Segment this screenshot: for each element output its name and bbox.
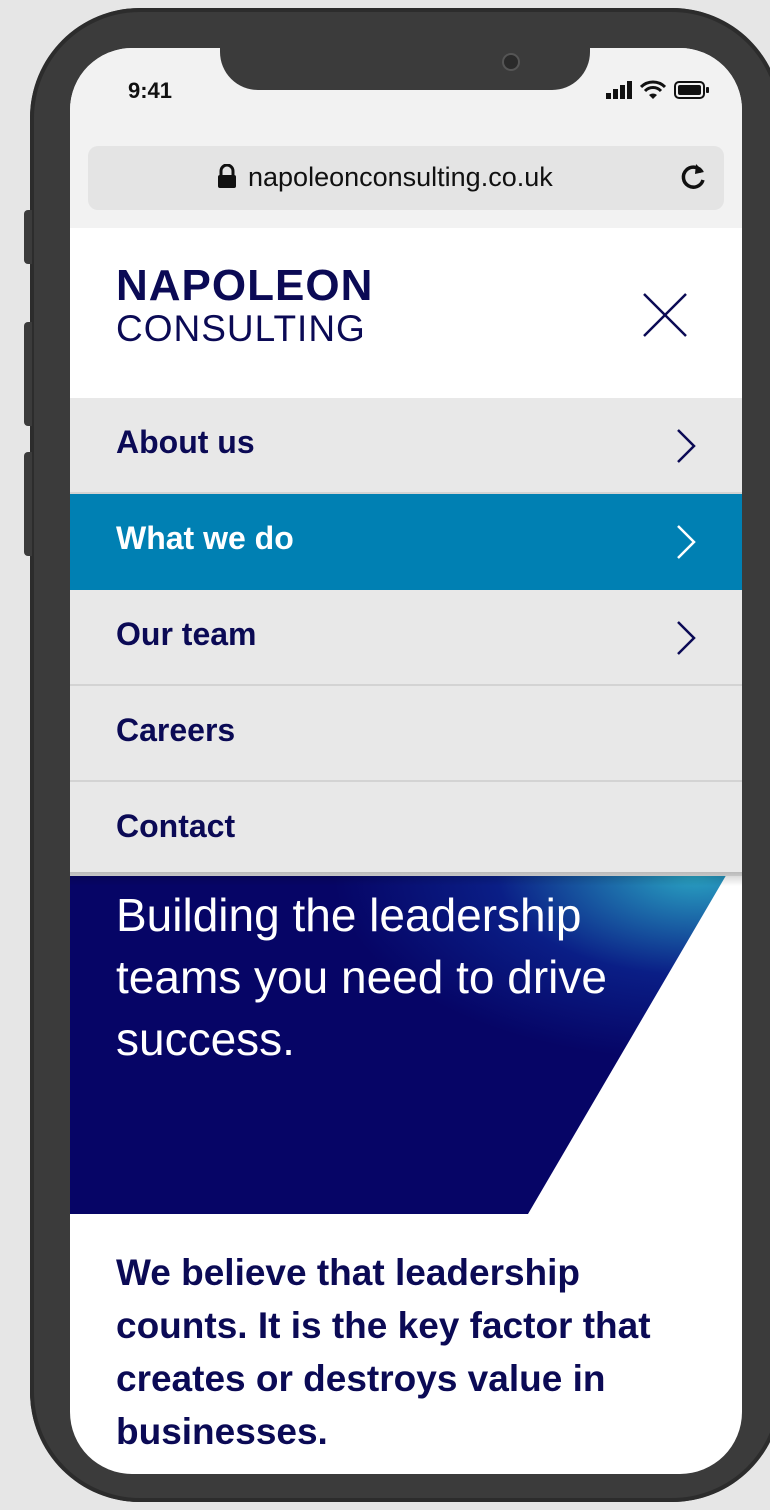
address-bar[interactable]: napoleonconsulting.co.uk	[88, 146, 724, 210]
url-text[interactable]: napoleonconsulting.co.uk	[248, 162, 553, 193]
menu-item-label: Our team	[116, 616, 257, 652]
status-time: 9:41	[128, 78, 173, 103]
browser-toolbar: napoleonconsulting.co.uk	[70, 128, 742, 228]
phone-volume-up-button	[24, 322, 32, 426]
phone-notch	[220, 48, 590, 90]
menu-item-our-team[interactable]: Our team	[70, 590, 742, 686]
status-icons	[606, 80, 710, 100]
wifi-icon	[640, 80, 666, 99]
menu-item-contact[interactable]: Contact	[70, 782, 742, 876]
menu-item-label: Careers	[116, 712, 236, 748]
phone-screen: 9:41 napoleonconsulting.co.uk NAPOLEON C…	[70, 48, 742, 1474]
logo-wordmark-top: NAPOLEON	[116, 261, 374, 310]
phone-side-button	[24, 210, 32, 264]
site-header: NAPOLEON CONSULTING	[70, 228, 742, 400]
reload-icon[interactable]	[676, 160, 710, 194]
chevron-right-icon	[677, 525, 696, 559]
menu-item-label: Contact	[116, 808, 236, 844]
phone-volume-down-button	[24, 452, 32, 556]
menu-item-about-us[interactable]: About us	[70, 398, 742, 494]
intro-paragraph: We believe that leadership counts. It is…	[116, 1252, 651, 1452]
chevron-right-icon	[677, 429, 696, 463]
nav-menu: About us What we do Our team Careers Con…	[70, 398, 742, 876]
signal-icon	[606, 81, 632, 99]
hero-headline: Building the leadership teams you need t…	[116, 889, 607, 1065]
menu-item-label: About us	[116, 424, 255, 460]
menu-item-label: What we do	[116, 520, 294, 556]
front-camera	[502, 53, 520, 71]
menu-item-careers[interactable]: Careers	[70, 686, 742, 782]
hero-banner: Building the leadership teams you need t…	[70, 872, 742, 1214]
menu-shadow	[70, 872, 742, 886]
menu-item-what-we-do[interactable]: What we do	[70, 494, 742, 590]
chevron-right-icon	[677, 621, 696, 655]
logo-wordmark-bottom: CONSULTING	[116, 308, 366, 349]
close-icon[interactable]	[640, 290, 690, 340]
lock-icon	[218, 164, 236, 188]
battery-icon	[674, 81, 709, 99]
